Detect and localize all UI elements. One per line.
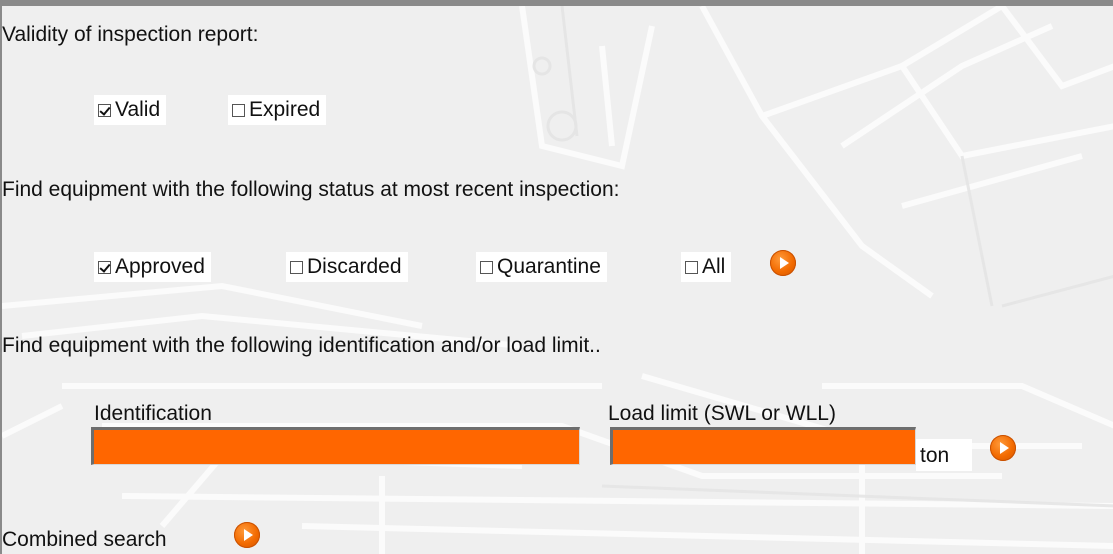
identification-search-go-icon[interactable] bbox=[990, 435, 1016, 461]
identification-label: Identification bbox=[94, 402, 212, 425]
status-discarded-option[interactable]: Discarded bbox=[286, 252, 408, 282]
load-limit-label: Load limit (SWL or WLL) bbox=[608, 402, 836, 425]
approved-checkbox[interactable] bbox=[98, 260, 111, 274]
discarded-checkbox[interactable] bbox=[290, 260, 303, 274]
load-limit-input[interactable] bbox=[610, 427, 916, 465]
all-checkbox[interactable] bbox=[685, 260, 698, 274]
status-all-option[interactable]: All bbox=[681, 252, 732, 282]
status-quarantine-option[interactable]: Quarantine bbox=[476, 252, 607, 282]
identification-input[interactable] bbox=[91, 427, 580, 465]
quarantine-label: Quarantine bbox=[497, 255, 601, 278]
validity-valid-option[interactable]: Valid bbox=[94, 95, 167, 125]
valid-checkbox[interactable] bbox=[98, 103, 111, 117]
status-approved-option[interactable]: Approved bbox=[94, 252, 211, 282]
quarantine-checkbox[interactable] bbox=[480, 260, 493, 274]
approved-label: Approved bbox=[115, 255, 205, 278]
validity-heading: Validity of inspection report: bbox=[2, 23, 259, 46]
load-limit-unit: ton bbox=[920, 444, 950, 467]
identification-heading: Find equipment with the following identi… bbox=[2, 334, 601, 357]
combined-search-go-icon[interactable] bbox=[234, 522, 260, 548]
search-panel: Validity of inspection report: Valid Exp… bbox=[0, 0, 1113, 554]
combined-search-label: Combined search bbox=[2, 528, 167, 551]
expired-checkbox[interactable] bbox=[232, 103, 245, 117]
discarded-label: Discarded bbox=[307, 255, 402, 278]
validity-expired-option[interactable]: Expired bbox=[228, 95, 327, 125]
status-search-go-icon[interactable] bbox=[770, 250, 796, 276]
status-heading: Find equipment with the following status… bbox=[2, 178, 620, 201]
expired-label: Expired bbox=[249, 98, 321, 121]
all-label: All bbox=[702, 255, 726, 278]
valid-label: Valid bbox=[115, 98, 161, 121]
